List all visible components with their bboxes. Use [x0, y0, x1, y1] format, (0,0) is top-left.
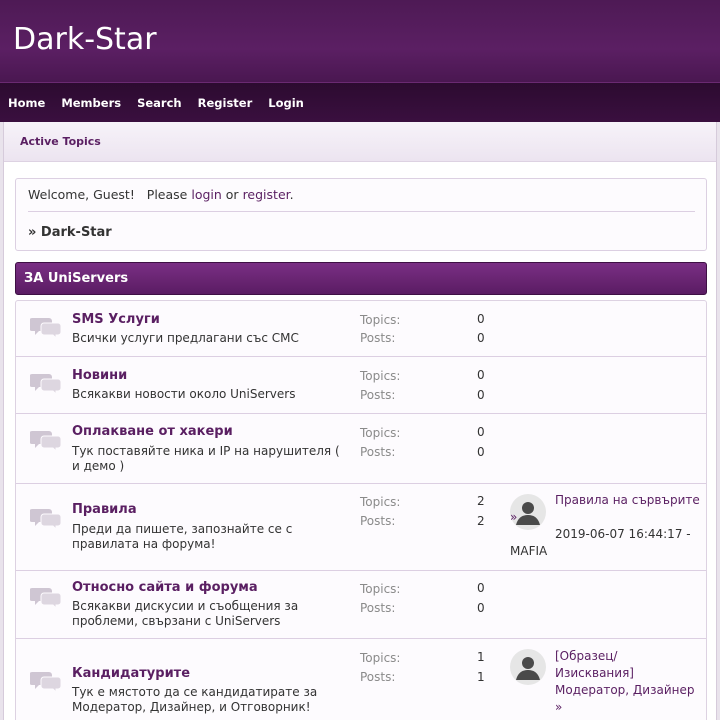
site-header: Dark-Star	[0, 0, 720, 82]
chat-bubbles-icon	[30, 374, 62, 395]
category-header: ЗА UniServers	[15, 262, 707, 295]
posts-label: Posts:	[360, 514, 396, 528]
board-name[interactable]: Новини	[72, 368, 127, 383]
last-post: [Образец/ Изисквания] Модератор, Дизайне…	[510, 648, 700, 716]
welcome-period: .	[289, 187, 294, 202]
posts-label: Posts:	[360, 331, 396, 345]
board-desc: Всички услуги предлагани със СМС	[72, 331, 299, 345]
posts-count: 1	[477, 670, 485, 684]
welcome-text: Welcome, Guest! Please login or register…	[28, 187, 294, 202]
topics-count: 0	[477, 312, 485, 326]
board-desc: Тук поставяйте ника и IP на нарушителя (…	[72, 444, 340, 473]
topics-label: Topics:	[360, 495, 401, 509]
nav-home[interactable]: Home	[0, 96, 53, 110]
register-link[interactable]: register	[243, 187, 290, 202]
go-arrow[interactable]: »	[555, 700, 562, 714]
board-row: Правила Преди да пишете, запознайте се с…	[16, 484, 706, 571]
posts-count: 0	[477, 445, 485, 459]
divider	[28, 211, 695, 212]
last-post-title[interactable]: [Образец/ Изисквания] Модератор, Дизайне…	[555, 649, 694, 697]
topics-label: Topics:	[360, 426, 401, 440]
last-post-sep: -	[686, 527, 691, 541]
chat-bubbles-icon	[30, 318, 62, 339]
topics-count: 0	[477, 425, 485, 439]
nav-register[interactable]: Register	[190, 96, 261, 110]
active-topics-link[interactable]: Active Topics	[20, 135, 101, 148]
board-desc: Тук е мястото да се кандидатирате за Мод…	[72, 685, 318, 714]
board-name[interactable]: Правила	[72, 502, 137, 517]
posts-label: Posts:	[360, 388, 396, 402]
board-list: SMS Услуги Всички услуги предлагани със …	[15, 300, 707, 720]
chat-bubbles-icon	[30, 588, 62, 609]
chat-bubbles-icon	[30, 509, 62, 530]
main-nav: Home Members Search Register Login	[0, 82, 720, 122]
topics-count: 2	[477, 494, 485, 508]
welcome-or: or	[225, 187, 239, 202]
site-title[interactable]: Dark-Star	[13, 22, 157, 57]
posts-label: Posts:	[360, 445, 396, 459]
topics-label: Topics:	[360, 369, 401, 383]
posts-count: 0	[477, 388, 485, 402]
chat-bubbles-icon	[30, 431, 62, 452]
welcome-please: Please	[146, 187, 188, 202]
topics-count: 0	[477, 581, 485, 595]
topics-count: 1	[477, 650, 485, 664]
board-desc: Всякакви новости около UniServers	[72, 387, 296, 401]
nav-members[interactable]: Members	[53, 96, 129, 110]
chat-bubbles-icon	[30, 672, 62, 693]
last-post-user[interactable]: MAFIA	[510, 544, 547, 558]
welcome-greeting: Welcome, Guest!	[28, 187, 135, 202]
board-row: Оплакване от хакери Тук поставяйте ника …	[16, 414, 706, 484]
board-row: Кандидатурите Тук е мястото да се кандид…	[16, 639, 706, 720]
last-post-title[interactable]: Правила на сървърите	[555, 493, 700, 507]
welcome-box: Welcome, Guest! Please login or register…	[15, 178, 707, 251]
board-row: SMS Услуги Всички услуги предлагани със …	[16, 301, 706, 357]
board-name[interactable]: Кандидатурите	[72, 666, 190, 681]
topics-label: Topics:	[360, 651, 401, 665]
topics-label: Topics:	[360, 582, 401, 596]
posts-label: Posts:	[360, 601, 396, 615]
posts-count: 0	[477, 331, 485, 345]
breadcrumb[interactable]: » Dark-Star	[28, 225, 112, 240]
nav-login[interactable]: Login	[260, 96, 312, 110]
active-topics-bar: Active Topics	[4, 122, 716, 162]
go-arrow[interactable]: »	[510, 510, 517, 524]
last-post-date: 2019-06-07 16:44:17	[555, 527, 683, 541]
board-row: Относно сайта и форума Всякакви дискусии…	[16, 571, 706, 639]
board-name[interactable]: SMS Услуги	[72, 312, 160, 327]
posts-count: 2	[477, 514, 485, 528]
posts-label: Posts:	[360, 670, 396, 684]
board-desc: Всякакви дискусии и съобщения за проблем…	[72, 599, 299, 628]
last-post: Правила на сървърите » 2019-06-07 16:44:…	[510, 492, 700, 560]
topics-label: Topics:	[360, 313, 401, 327]
login-link[interactable]: login	[191, 187, 221, 202]
posts-count: 0	[477, 601, 485, 615]
topics-count: 0	[477, 368, 485, 382]
board-row: Новини Всякакви новости около UniServers…	[16, 357, 706, 414]
nav-search[interactable]: Search	[129, 96, 190, 110]
board-desc: Преди да пишете, запознайте се с правила…	[72, 522, 293, 551]
board-name[interactable]: Относно сайта и форума	[72, 580, 258, 595]
content-area: Active Topics Welcome, Guest! Please log…	[3, 122, 717, 720]
category-title[interactable]: ЗА UniServers	[24, 271, 128, 286]
board-name[interactable]: Оплакване от хакери	[72, 424, 233, 439]
